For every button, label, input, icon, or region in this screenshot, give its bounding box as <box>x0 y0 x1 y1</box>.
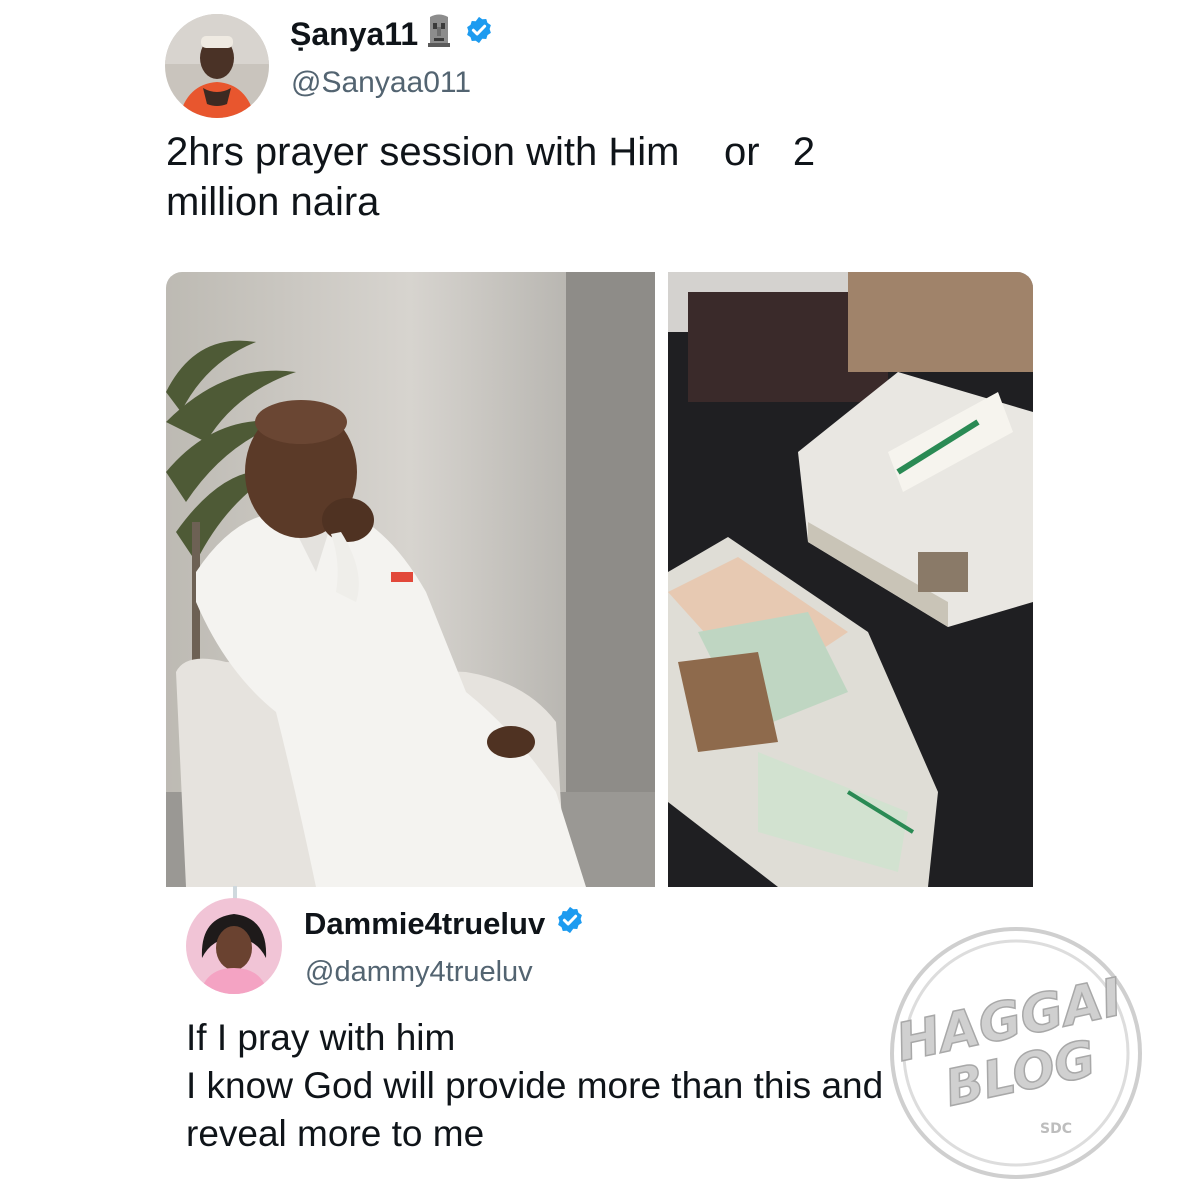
tweet-photo-2[interactable] <box>668 272 1033 887</box>
tweet-text: 2hrs prayer session with Him or 2 millio… <box>166 130 816 224</box>
svg-text:SDC: SDC <box>1040 1121 1072 1137</box>
reply-display-name[interactable]: Dammie4trueluv <box>304 904 585 944</box>
avatar[interactable] <box>165 14 269 118</box>
reply-avatar[interactable] <box>186 898 282 994</box>
display-name[interactable]: Ṣanya11 <box>290 14 494 54</box>
photo-man-in-white-suit-icon <box>166 272 655 887</box>
tweet-photo-1[interactable] <box>166 272 655 887</box>
moai-emoji-icon <box>424 13 454 55</box>
user-handle[interactable]: @Sanyaa011 <box>291 66 471 100</box>
display-name-text: Ṣanya11 <box>290 15 419 52</box>
watermark-logo: HAGGAI BLOG SDC <box>888 925 1144 1181</box>
reply-user-handle[interactable]: @dammy4trueluv <box>305 956 533 989</box>
verified-badge-icon <box>464 15 494 53</box>
photo-naira-cash-bundles-icon <box>668 272 1033 887</box>
verified-badge-icon <box>555 905 585 943</box>
reply-display-name-text: Dammie4trueluv <box>304 906 546 941</box>
